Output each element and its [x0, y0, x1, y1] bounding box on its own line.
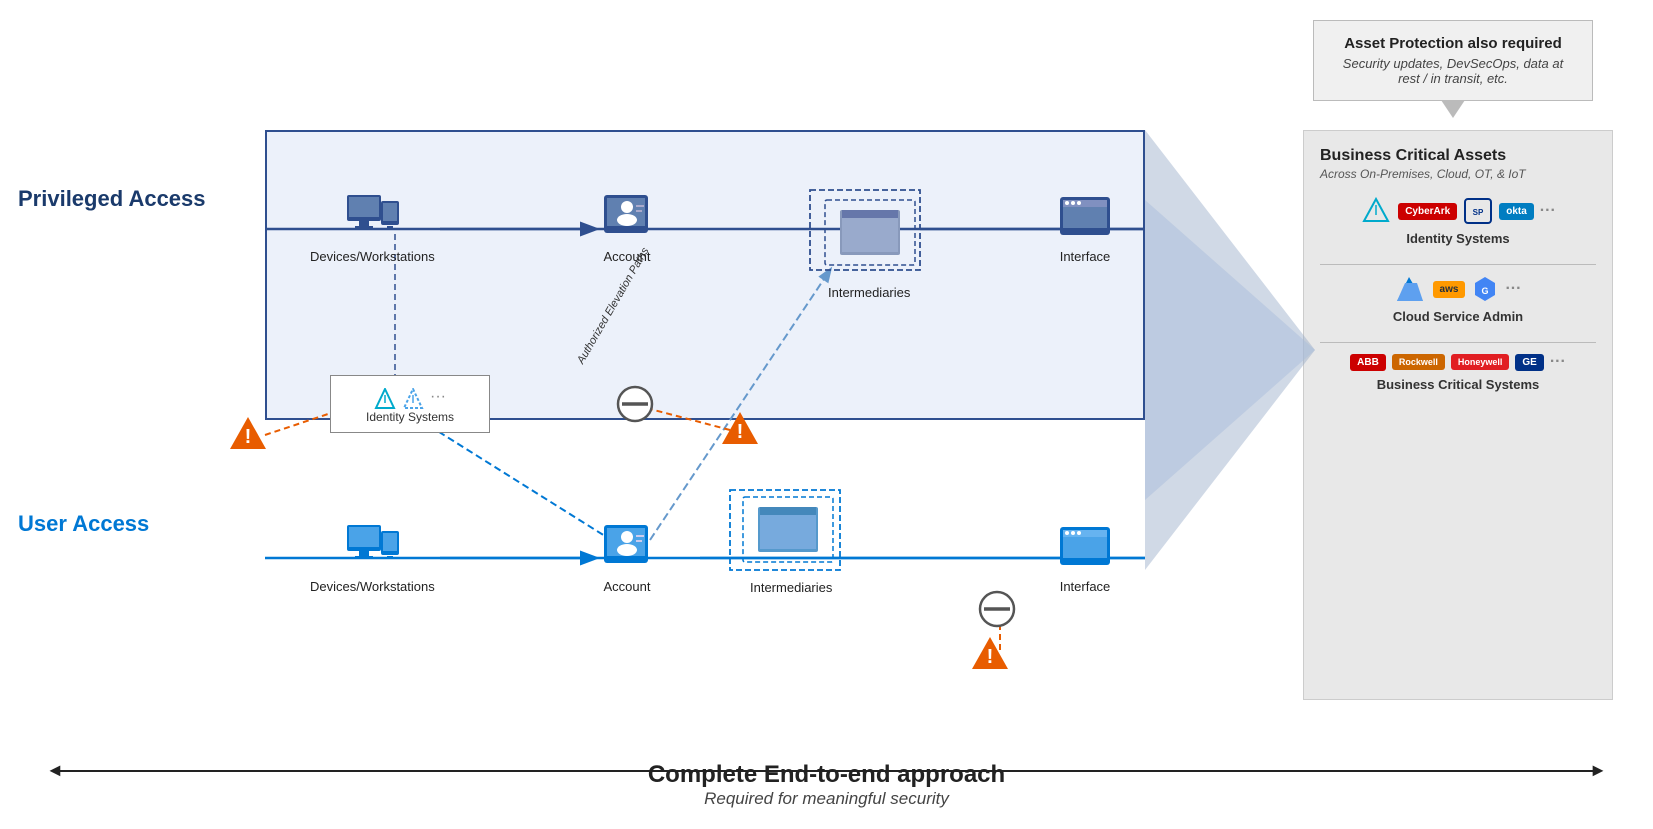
user-intermediaries-icon — [738, 492, 838, 572]
cyberark-logo: CyberArk — [1398, 203, 1457, 220]
callout-subtitle: Security updates, DevSecOps, data at res… — [1332, 56, 1574, 86]
svg-text:!: ! — [737, 421, 744, 443]
okta-logo: okta — [1499, 203, 1534, 220]
priv-intermediaries-icon — [820, 195, 920, 275]
ge-logo: GE — [1515, 354, 1543, 371]
warning-icon-1: ! — [228, 415, 268, 456]
priv-interface-label: Interface — [1060, 249, 1111, 264]
identity-popup-label: Identity Systems — [343, 410, 477, 424]
user-interface-node: Interface — [1055, 520, 1115, 594]
no-entry-2 — [616, 385, 654, 428]
bca-ot-logos: ABB Rockwell Honeywell GE ··· — [1320, 353, 1596, 371]
identity-popup: ··· Identity Systems — [330, 375, 490, 433]
user-account-label: Account — [604, 579, 651, 594]
priv-devices-icon — [342, 190, 402, 245]
aws-logo: aws — [1433, 281, 1466, 298]
bca-ot-title: Business Critical Systems — [1320, 377, 1596, 392]
bca-identity-logos: CyberArk SP okta ··· — [1320, 197, 1596, 225]
user-account-icon — [597, 520, 657, 575]
priv-devices-node: Devices/Workstations — [310, 190, 435, 264]
user-account-node: Account — [597, 520, 657, 594]
bca-identity-title: Identity Systems — [1320, 231, 1596, 246]
svg-text:!: ! — [987, 646, 994, 668]
bca-panel: Business Critical Assets Across On-Premi… — [1303, 130, 1613, 700]
user-devices-icon — [342, 520, 402, 575]
user-intermediaries-label: Intermediaries — [750, 580, 832, 595]
user-access-label: User Access — [18, 510, 149, 539]
callout-title: Asset Protection also required — [1332, 35, 1574, 52]
priv-account-icon — [597, 190, 657, 245]
bca-cloud-title: Cloud Service Admin — [1320, 309, 1596, 324]
abb-logo: ABB — [1350, 354, 1386, 371]
priv-intermediaries-label: Intermediaries — [828, 285, 910, 300]
warning-icon-2: ! — [720, 410, 760, 451]
warning-icon-3: ! — [970, 635, 1010, 676]
bca-title: Business Critical Assets — [1320, 147, 1596, 165]
bottom-main-text: Complete End-to-end approach — [648, 761, 1005, 789]
bca-cloud-section: aws G ··· Cloud Service Admin — [1320, 275, 1596, 324]
svg-text:SP: SP — [1473, 208, 1484, 217]
rockwell-logo: Rockwell — [1392, 354, 1445, 370]
svg-text:!: ! — [245, 426, 252, 448]
bca-subtitle: Across On-Premises, Cloud, OT, & IoT — [1320, 167, 1596, 181]
diagram-container: Asset Protection also required Security … — [0, 0, 1653, 829]
asset-protection-callout: Asset Protection also required Security … — [1313, 20, 1593, 101]
bottom-label: Complete End-to-end approach Required fo… — [648, 761, 1005, 809]
user-interface-icon — [1055, 520, 1115, 575]
bottom-sub-text: Required for meaningful security — [648, 789, 1005, 809]
user-interface-label: Interface — [1060, 579, 1111, 594]
privileged-access-label: Privileged Access — [18, 185, 206, 214]
priv-interface-node: Interface — [1055, 190, 1115, 264]
user-devices-label: Devices/Workstations — [310, 579, 435, 594]
identity-popup-icons: ··· — [343, 388, 477, 410]
user-devices-node: Devices/Workstations — [310, 520, 435, 594]
honeywell-logo: Honeywell — [1451, 354, 1510, 370]
priv-interface-icon — [1055, 190, 1115, 245]
bca-identity-section: CyberArk SP okta ··· Identity Systems — [1320, 197, 1596, 246]
priv-devices-label: Devices/Workstations — [310, 249, 435, 264]
bca-ot-section: ABB Rockwell Honeywell GE ··· Business C… — [1320, 353, 1596, 392]
bca-cloud-logos: aws G ··· — [1320, 275, 1596, 303]
no-entry-3 — [978, 590, 1016, 633]
svg-text:G: G — [1482, 286, 1489, 296]
